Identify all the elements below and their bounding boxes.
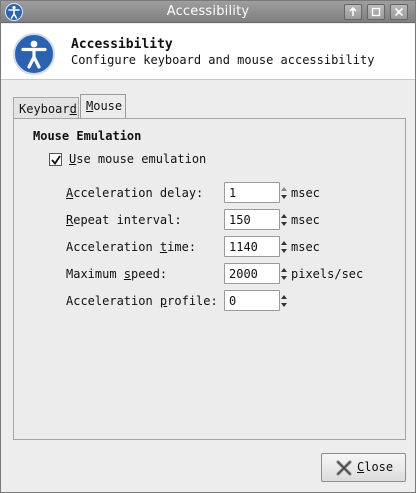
spin-down-icon[interactable] (280, 193, 288, 202)
mouse-panel: Mouse Emulation Use mouse emulation Acce… (13, 118, 406, 440)
spin-down-icon[interactable] (280, 274, 288, 283)
repeat-interval-unit: msec (291, 213, 320, 227)
maximum-speed-label: Maximum speed: (66, 267, 168, 281)
acceleration-profile-value[interactable]: 0 (229, 294, 236, 308)
up-icon[interactable] (344, 4, 362, 20)
maximize-icon[interactable] (367, 4, 385, 20)
acceleration-profile-label: Acceleration profile: (66, 294, 218, 308)
accessibility-window: Accessibility Accessibility Configure ke… (0, 0, 416, 493)
spin-down-icon[interactable] (280, 247, 288, 256)
close-icon (336, 460, 352, 476)
acceleration-delay-unit: msec (291, 186, 320, 200)
tab-mouse-label: Mouse (86, 99, 123, 113)
spin-up-icon[interactable] (280, 184, 288, 193)
section-title: Mouse Emulation (33, 129, 142, 143)
repeat-interval-value[interactable]: 150 (229, 213, 251, 227)
acceleration-time-label: Acceleration time: (66, 240, 197, 254)
dialog-header: Accessibility Configure keyboard and mou… (1, 24, 415, 80)
spin-up-icon[interactable] (280, 292, 288, 301)
close-icon[interactable] (390, 4, 408, 20)
spin-up-icon[interactable] (280, 211, 288, 220)
close-button[interactable]: Close (321, 453, 406, 482)
close-button-label: Close (357, 460, 394, 474)
acceleration-time-unit: msec (291, 240, 320, 254)
header-subtitle: Configure keyboard and mouse accessibili… (71, 53, 375, 67)
mouse-emulation-checkbox[interactable] (49, 153, 62, 166)
maximum-speed-unit: pixels/sec (291, 267, 364, 281)
acceleration-time-spinbox[interactable]: 1140 (224, 236, 287, 257)
accessibility-icon (13, 33, 55, 75)
acceleration-time-value[interactable]: 1140 (229, 240, 258, 254)
title-bar[interactable]: Accessibility (1, 1, 415, 23)
maximum-speed-value[interactable]: 2000 (229, 267, 258, 281)
spin-down-icon[interactable] (280, 220, 288, 229)
tab-keyboard[interactable]: Keyboard (13, 97, 79, 118)
repeat-interval-spinbox[interactable]: 150 (224, 209, 287, 230)
tab-mouse[interactable]: Mouse (80, 94, 126, 119)
maximum-speed-spinbox[interactable]: 2000 (224, 263, 287, 284)
tab-keyboard-label: Keyboard (19, 102, 77, 116)
spin-up-icon[interactable] (280, 238, 288, 247)
repeat-interval-label: Repeat interval: (66, 213, 182, 227)
acceleration-delay-spinbox[interactable]: 1 (224, 182, 287, 203)
header-title: Accessibility (71, 37, 173, 52)
mouse-emulation-label: Use mouse emulation (69, 152, 207, 166)
acceleration-profile-spinbox[interactable]: 0 (224, 290, 287, 311)
acceleration-delay-value[interactable]: 1 (229, 186, 236, 200)
spin-down-icon[interactable] (280, 301, 288, 310)
spin-up-icon[interactable] (280, 265, 288, 274)
acceleration-delay-label: Acceleration delay: (66, 186, 204, 200)
